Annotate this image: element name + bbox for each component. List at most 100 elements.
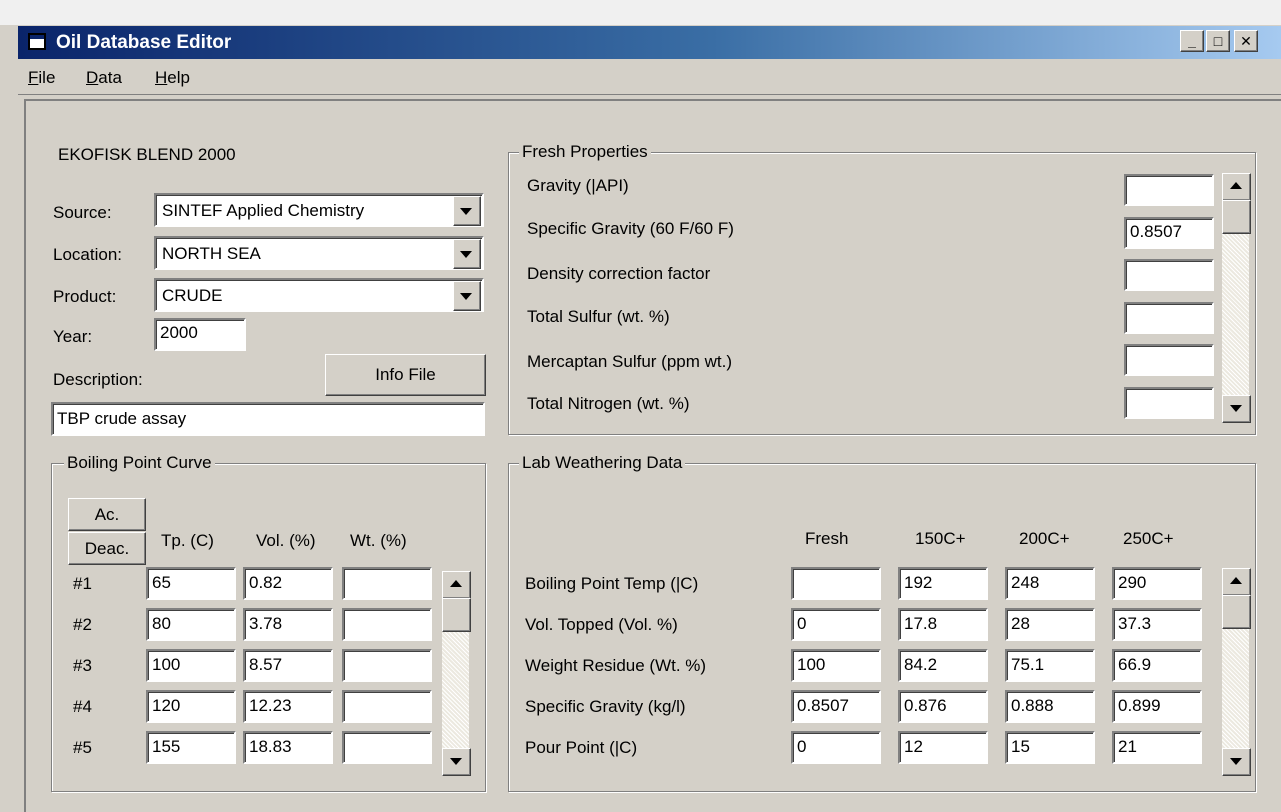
fresh-property-field[interactable] <box>1124 174 1214 206</box>
lab-250-field[interactable]: 66.9 <box>1112 649 1202 682</box>
lab-fresh-field[interactable] <box>791 567 881 600</box>
scroll-down-icon[interactable] <box>1222 748 1251 776</box>
lab-header-250: 250C+ <box>1123 529 1174 548</box>
bp-header-tp: Tp. (C) <box>161 531 214 550</box>
deactivate-button[interactable]: Deac. <box>68 532 146 565</box>
bp-tp-field[interactable]: 120 <box>146 690 236 723</box>
bp-tp-field[interactable]: 65 <box>146 567 236 600</box>
fresh-scrollbar[interactable] <box>1222 173 1251 423</box>
info-file-button[interactable]: Info File <box>325 354 486 396</box>
close-button[interactable]: ✕ <box>1234 30 1258 52</box>
lab-150-field[interactable]: 84.2 <box>898 649 988 682</box>
bp-vol-field[interactable]: 0.82 <box>243 567 333 600</box>
fresh-property-label: Density correction factor <box>527 264 711 283</box>
app-icon <box>28 33 46 50</box>
fresh-property-label: Total Nitrogen (wt. %) <box>527 394 690 413</box>
menu-help[interactable]: Help <box>155 66 190 90</box>
product-label: Product: <box>53 287 117 306</box>
lab-weathering-title: Lab Weathering Data <box>519 452 686 474</box>
fresh-property-field[interactable] <box>1124 259 1214 291</box>
lab-row-label: Weight Residue (Wt. %) <box>525 656 707 675</box>
scroll-thumb[interactable] <box>1222 200 1251 234</box>
lab-row-label: Boiling Point Temp (|C) <box>525 574 699 593</box>
menu-file[interactable]: File <box>28 66 55 90</box>
lab-150-field[interactable]: 12 <box>898 731 988 764</box>
lab-150-field[interactable]: 0.876 <box>898 690 988 723</box>
lab-fresh-field[interactable]: 0.8507 <box>791 690 881 723</box>
lab-row-label: Vol. Topped (Vol. %) <box>525 615 678 634</box>
lab-fresh-field[interactable]: 0 <box>791 731 881 764</box>
oil-name: EKOFISK BLEND 2000 <box>58 145 236 164</box>
location-dropdown[interactable]: NORTH SEA <box>154 236 484 270</box>
lab-200-field[interactable]: 75.1 <box>1005 649 1095 682</box>
fresh-property-label: Total Sulfur (wt. %) <box>527 307 670 326</box>
scroll-thumb[interactable] <box>442 598 471 632</box>
desktop-strip <box>0 0 1281 25</box>
lab-250-field[interactable]: 290 <box>1112 567 1202 600</box>
bp-vol-field[interactable]: 3.78 <box>243 608 333 641</box>
lab-fresh-field[interactable]: 100 <box>791 649 881 682</box>
description-label: Description: <box>53 370 143 389</box>
scroll-down-icon[interactable] <box>1222 395 1251 423</box>
menu-data[interactable]: Data <box>86 66 122 90</box>
lab-250-field[interactable]: 37.3 <box>1112 608 1202 641</box>
scroll-thumb[interactable] <box>1222 595 1251 629</box>
bp-vol-field[interactable]: 8.57 <box>243 649 333 682</box>
lab-header-fresh: Fresh <box>805 529 849 548</box>
bp-tp-field[interactable]: 100 <box>146 649 236 682</box>
fresh-property-field[interactable] <box>1124 344 1214 376</box>
lab-250-field[interactable]: 0.899 <box>1112 690 1202 723</box>
location-label: Location: <box>53 245 122 264</box>
bp-wt-field[interactable] <box>342 690 432 723</box>
lab-150-field[interactable]: 17.8 <box>898 608 988 641</box>
chevron-down-icon[interactable] <box>453 281 481 311</box>
description-field[interactable]: TBP crude assay <box>51 402 485 436</box>
product-dropdown[interactable]: CRUDE <box>154 278 484 312</box>
chevron-down-icon[interactable] <box>453 196 481 226</box>
lab-header-150: 150C+ <box>915 529 966 548</box>
bp-wt-field[interactable] <box>342 567 432 600</box>
source-dropdown[interactable]: SINTEF Applied Chemistry <box>154 193 484 227</box>
minimize-button[interactable]: _ <box>1180 30 1204 52</box>
bp-wt-field[interactable] <box>342 608 432 641</box>
bp-row-id: #3 <box>73 656 92 675</box>
bp-header-vol: Vol. (%) <box>256 531 316 550</box>
lab-header-200: 200C+ <box>1019 529 1070 548</box>
fresh-property-label: Gravity (|API) <box>527 176 629 195</box>
bp-tp-field[interactable]: 80 <box>146 608 236 641</box>
bp-vol-field[interactable]: 12.23 <box>243 690 333 723</box>
bp-vol-field[interactable]: 18.83 <box>243 731 333 764</box>
source-label: Source: <box>53 203 112 222</box>
lab-200-field[interactable]: 15 <box>1005 731 1095 764</box>
lab-200-field[interactable]: 0.888 <box>1005 690 1095 723</box>
location-value: NORTH SEA <box>162 244 261 263</box>
bp-row-id: #2 <box>73 615 92 634</box>
maximize-button[interactable]: □ <box>1206 30 1230 52</box>
fresh-property-field[interactable] <box>1124 387 1214 419</box>
bp-row-id: #1 <box>73 574 92 593</box>
activate-button[interactable]: Ac. <box>68 498 146 531</box>
scroll-up-icon[interactable] <box>1222 173 1251 201</box>
bp-header-wt: Wt. (%) <box>350 531 407 550</box>
lab-200-field[interactable]: 28 <box>1005 608 1095 641</box>
fresh-property-field[interactable]: 0.8507 <box>1124 217 1214 249</box>
chevron-down-icon[interactable] <box>453 239 481 269</box>
lab-scrollbar[interactable] <box>1222 568 1251 776</box>
bp-tp-field[interactable]: 155 <box>146 731 236 764</box>
source-value: SINTEF Applied Chemistry <box>162 201 365 220</box>
product-value: CRUDE <box>162 286 223 305</box>
lab-fresh-field[interactable]: 0 <box>791 608 881 641</box>
scroll-down-icon[interactable] <box>442 748 471 776</box>
scroll-up-icon[interactable] <box>442 571 471 599</box>
lab-row-label: Specific Gravity (kg/l) <box>525 697 686 716</box>
bp-wt-field[interactable] <box>342 731 432 764</box>
lab-200-field[interactable]: 248 <box>1005 567 1095 600</box>
bp-wt-field[interactable] <box>342 649 432 682</box>
lab-150-field[interactable]: 192 <box>898 567 988 600</box>
scroll-up-icon[interactable] <box>1222 568 1251 596</box>
lab-row-label: Pour Point (|C) <box>525 738 638 757</box>
fresh-property-field[interactable] <box>1124 302 1214 334</box>
lab-250-field[interactable]: 21 <box>1112 731 1202 764</box>
bp-scrollbar[interactable] <box>442 571 471 776</box>
year-field[interactable]: 2000 <box>154 318 246 351</box>
